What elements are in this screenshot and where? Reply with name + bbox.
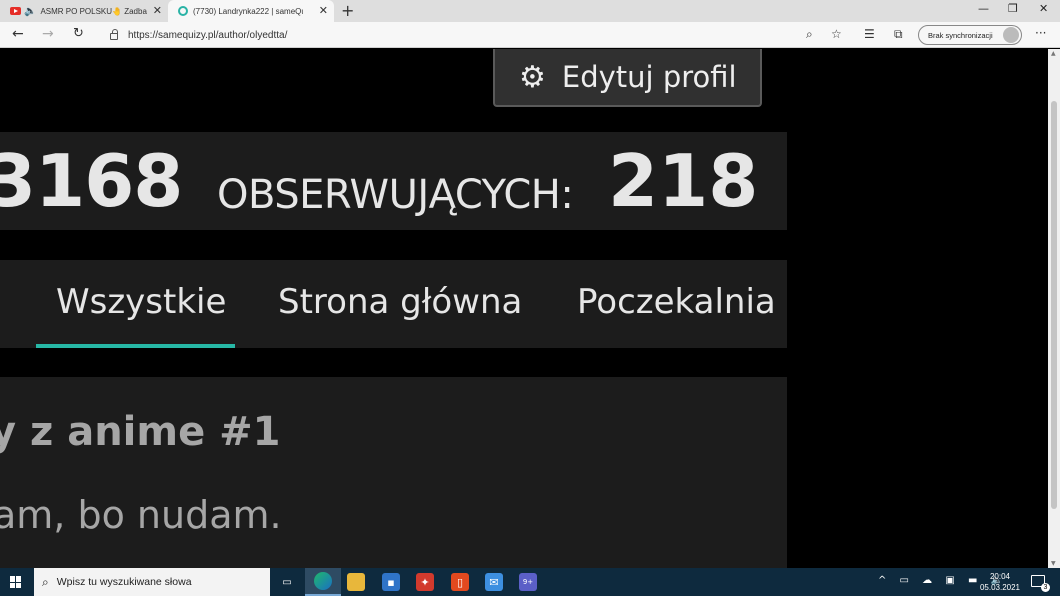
tab-title: ASMR PO POLSKU🤚 Zadba [40, 6, 147, 16]
taskbar: ⌕ Wpisz tu wyszukiwane słowa ▭ ▪ ✦ ▯ ✉ 9… [0, 568, 1060, 596]
url-text: https://samequizy.pl/author/olyedtta/ [128, 29, 288, 41]
edit-profile-label: Edytuj profil [561, 60, 737, 94]
page-scrollbar[interactable]: ▲ ▼ [1048, 49, 1060, 568]
close-tab-icon[interactable]: ✕ [319, 4, 328, 17]
clock[interactable]: 20:04 05.03.2021 [978, 571, 1022, 593]
collections-icon[interactable]: ⧉ [894, 27, 903, 42]
edge-icon[interactable] [305, 568, 341, 596]
browser-toolbar: ← → ↻ https://samequizy.pl/author/olyedt… [0, 22, 1060, 48]
profile-tabs: Wszystkie Strona główna Poczekalnia [0, 260, 787, 348]
file-explorer-icon[interactable] [347, 573, 365, 591]
browser-tab-samequizy[interactable]: (7730) Landrynka222 | sameQuiz ✕ [168, 0, 334, 22]
new-tab-button[interactable]: + [341, 1, 354, 20]
minimize-button[interactable]: — [978, 2, 989, 15]
teams-badge: 9+ [522, 578, 534, 586]
speaker-icon[interactable]: 🔈 [24, 6, 36, 17]
scroll-down-icon[interactable]: ▼ [1051, 560, 1056, 567]
quiz-description: am, bo nudam. [0, 493, 282, 537]
gear-icon: ⚙ [519, 59, 546, 95]
taskbar-search-input[interactable]: ⌕ Wpisz tu wyszukiwane słowa [34, 568, 270, 596]
browser-tab-bar: 🔈 ASMR PO POLSKU🤚 Zadba ✕ (7730) Landryn… [0, 0, 1060, 22]
scroll-up-icon[interactable]: ▲ [1051, 50, 1056, 57]
page-content: ⚙ Edytuj profil 3168 OBSERWUJĄCYCH: 218 … [0, 49, 1048, 568]
avatar [1003, 27, 1019, 43]
scrollbar-thumb[interactable] [1051, 101, 1057, 509]
lock-icon [110, 28, 118, 40]
notification-badge: 3 [1041, 583, 1050, 592]
mail-icon[interactable]: ✉ [485, 573, 503, 591]
active-tab-indicator [36, 344, 235, 348]
samequizy-favicon-icon [178, 6, 188, 16]
followers-label: OBSERWUJĄCYCH: [217, 172, 574, 218]
quiz-card[interactable]: y z anime #1 am, bo nudam. [0, 377, 787, 568]
search-placeholder: Wpisz tu wyszukiwane słowa [56, 576, 192, 588]
tab-wszystkie[interactable]: Wszystkie [56, 282, 226, 322]
more-menu-icon[interactable]: ··· [1035, 26, 1046, 40]
add-favorite-icon[interactable]: ☆ [831, 27, 842, 41]
task-view-icon[interactable]: ▭ [278, 573, 296, 591]
sync-label: Brak synchronizacji [928, 30, 993, 40]
stat-number: 3168 [0, 139, 183, 223]
quiz-title[interactable]: y z anime #1 [0, 409, 280, 455]
gift-icon[interactable]: ✦ [416, 573, 434, 591]
favorites-icon[interactable]: ☰ [864, 27, 875, 41]
zoom-icon[interactable]: ⌕ [806, 27, 813, 42]
teams-icon[interactable]: 9+ [519, 573, 537, 591]
tab-strona-glowna[interactable]: Strona główna [278, 282, 522, 322]
close-tab-icon[interactable]: ✕ [153, 4, 162, 17]
tab-poczekalnia[interactable]: Poczekalnia [577, 282, 776, 322]
windows-start-icon[interactable] [10, 576, 22, 588]
profile-stats-bar: 3168 OBSERWUJĄCYCH: 218 [0, 132, 787, 230]
forward-arrow-icon[interactable]: → [42, 26, 54, 42]
browser-tab-asmr[interactable]: 🔈 ASMR PO POLSKU🤚 Zadba ✕ [0, 0, 168, 22]
back-arrow-icon[interactable]: ← [12, 26, 24, 42]
youtube-icon [10, 7, 21, 15]
restore-button[interactable]: ❐ [1008, 2, 1018, 15]
store-icon[interactable]: ▪ [382, 573, 400, 591]
office-icon[interactable]: ▯ [451, 573, 469, 591]
edit-profile-button[interactable]: ⚙ Edytuj profil [493, 49, 762, 107]
profile-sync-button[interactable]: Brak synchronizacji [918, 25, 1022, 45]
clock-date: 05.03.2021 [979, 583, 1021, 592]
tab-title: (7730) Landrynka222 | sameQuiz [193, 6, 303, 16]
address-bar[interactable]: https://samequizy.pl/author/olyedtta/ [104, 25, 852, 45]
followers-count: 218 [608, 139, 759, 223]
close-window-button[interactable]: ✕ [1039, 2, 1048, 15]
refresh-icon[interactable]: ↻ [73, 26, 84, 41]
search-icon: ⌕ [42, 574, 49, 589]
clock-time: 20:04 [989, 572, 1011, 581]
